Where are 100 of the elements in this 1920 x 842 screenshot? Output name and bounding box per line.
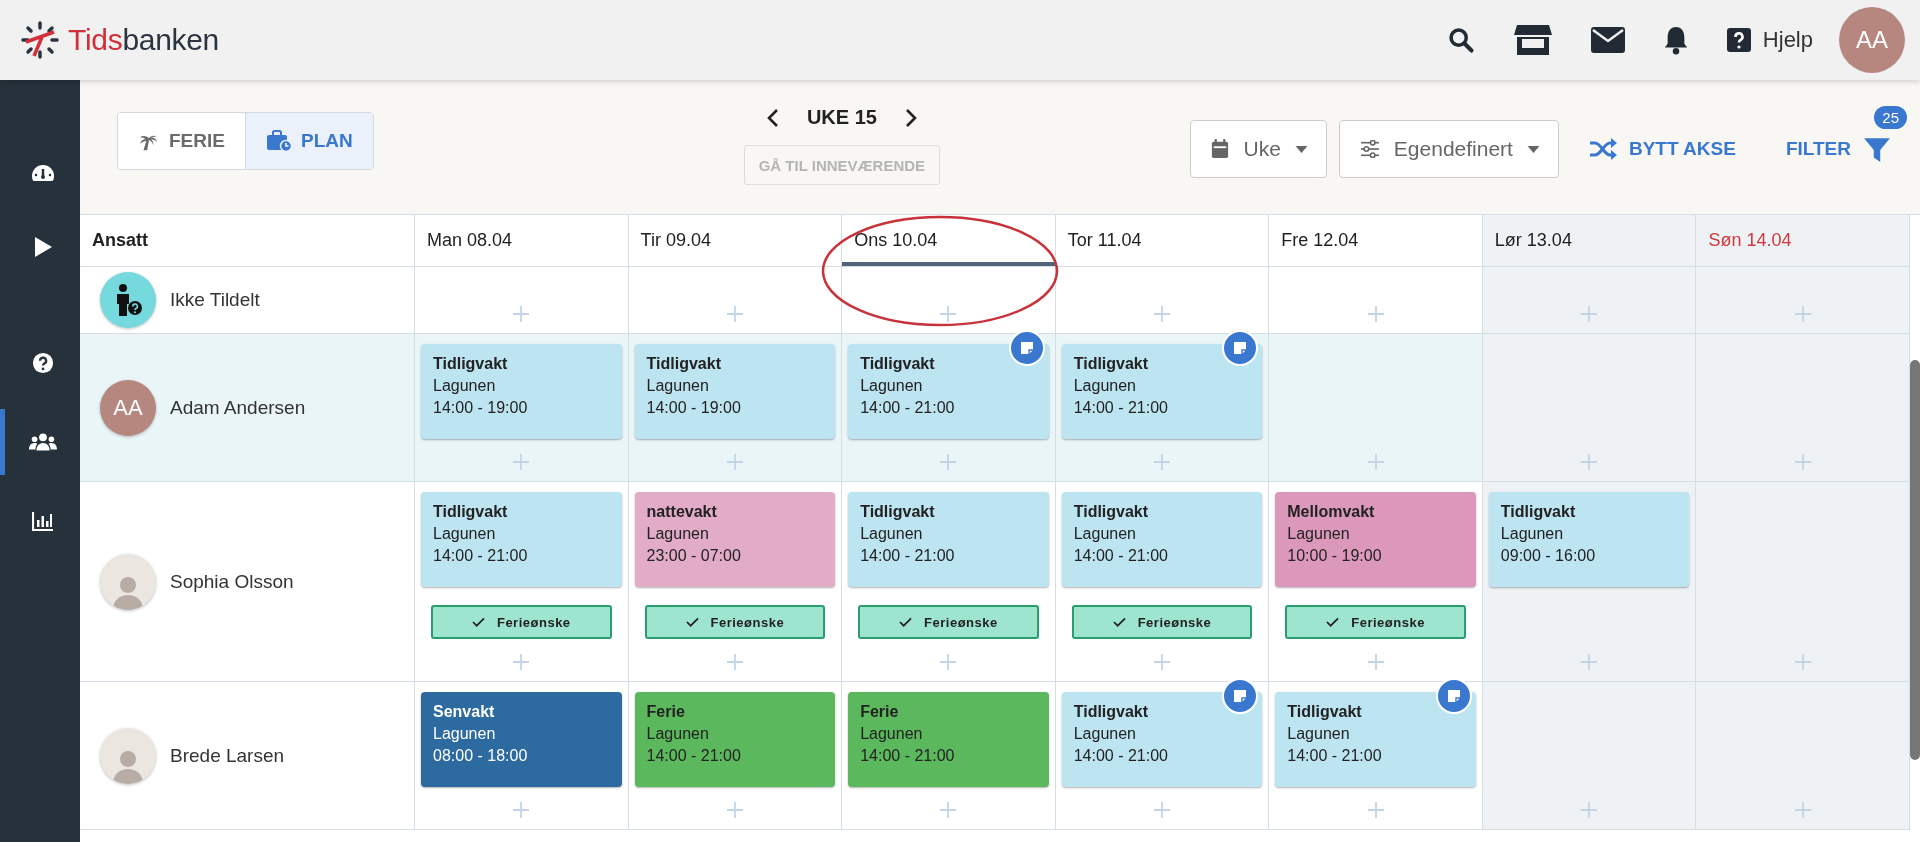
shift-time: 10:00 - 19:00 — [1287, 547, 1383, 565]
shift-time: 14:00 - 21:00 — [646, 747, 742, 765]
period-dropdown[interactable]: Uke — [1190, 120, 1327, 178]
shift-title: Tidligvakt — [1073, 355, 1150, 373]
mail-icon[interactable] — [1590, 27, 1625, 53]
calendar-icon — [1211, 139, 1230, 159]
shift-location: Lagunen — [1287, 725, 1351, 743]
logo-wordmark: Tidsbanken — [68, 23, 219, 57]
employee-avatar: AA — [100, 379, 156, 436]
shift-card[interactable]: Tidligvakt Lagunen 14:00 - 19:00 — [421, 344, 622, 439]
check-icon — [685, 617, 699, 627]
help-link[interactable]: Hjelp — [1762, 27, 1813, 53]
shift-title: nattevakt — [646, 503, 718, 521]
shift-card[interactable]: Tidligvakt Lagunen 14:00 - 21:00 — [1275, 692, 1476, 787]
shuffle-icon — [1588, 138, 1617, 160]
photo-placeholder — [100, 727, 156, 784]
shift-location: Lagunen — [646, 377, 710, 395]
shift-title: Tidligvakt — [646, 355, 722, 373]
shift-location: Lagunen — [860, 525, 924, 543]
shift-title: Ferie — [860, 703, 900, 721]
day-header[interactable]: Tir 09.04 — [628, 215, 843, 267]
shift-card[interactable]: Tidligvakt Lagunen 14:00 - 19:00 — [634, 344, 836, 439]
filter-button[interactable]: FILTER — [1781, 129, 1895, 169]
view-toggle-tab[interactable]: PLAN — [244, 113, 373, 169]
swap-axis-button[interactable]: BYTT AKSE — [1584, 132, 1740, 166]
search-icon[interactable] — [1446, 26, 1475, 54]
filter-count-badge: 25 — [1874, 106, 1907, 129]
shift-time: 14:00 - 21:00 — [433, 547, 529, 565]
help-icon[interactable] — [1726, 28, 1751, 52]
shift-title: Senvakt — [433, 703, 496, 721]
shift-time: 14:00 - 19:00 — [646, 399, 742, 417]
shift-time: 14:00 - 21:00 — [860, 547, 956, 565]
sliders-icon — [1359, 140, 1380, 158]
employee-name[interactable]: Ikke Tildelt — [170, 289, 260, 311]
shift-card[interactable]: Tidligvakt Lagunen 09:00 - 16:00 — [1488, 492, 1690, 587]
shift-location: Lagunen — [1073, 525, 1137, 543]
employee-name[interactable]: Adam Andersen — [170, 396, 306, 419]
chevron-left-icon[interactable] — [766, 107, 779, 128]
vacation-wish-tag[interactable]: Ferieønske — [431, 605, 612, 639]
shift-card[interactable]: nattevakt Lagunen 23:00 - 07:00 — [634, 492, 836, 587]
briefcase-clock-icon — [265, 130, 292, 152]
shift-title: Ferie — [646, 703, 686, 721]
day-header[interactable]: Fre 12.04 — [1269, 215, 1483, 267]
shift-title: Mellomvakt — [1287, 503, 1376, 521]
shift-title: Tidligvakt — [1500, 503, 1577, 521]
day-header[interactable]: Søn 14.04 — [1696, 215, 1910, 267]
shift-time: 14:00 - 21:00 — [1073, 747, 1169, 765]
shift-location: Lagunen — [1287, 525, 1351, 543]
vacation-wish-tag[interactable]: Ferieønske — [858, 605, 1039, 639]
shift-location: Lagunen — [1073, 377, 1137, 395]
shift-time: 09:00 - 16:00 — [1500, 547, 1597, 565]
chevron-right-icon[interactable] — [904, 107, 917, 128]
day-header[interactable]: Lør 13.04 — [1482, 215, 1697, 267]
shift-card[interactable]: Tidligvakt Lagunen 14:00 - 21:00 — [1061, 492, 1263, 587]
shift-title: Tidligvakt — [860, 355, 936, 373]
shift-card[interactable]: Senvakt Lagunen 08:00 - 18:00 — [421, 692, 622, 787]
shift-card[interactable]: Tidligvakt Lagunen 14:00 - 21:00 — [848, 492, 1049, 587]
filter-icon — [1863, 135, 1891, 163]
shift-time: 23:00 - 07:00 — [646, 547, 742, 565]
employee-name[interactable]: Brede Larsen — [170, 744, 285, 767]
shift-card[interactable]: Tidligvakt Lagunen 14:00 - 21:00 — [848, 344, 1049, 439]
check-icon — [1112, 617, 1126, 627]
column-header: Ansatt — [80, 215, 415, 267]
check-icon — [899, 617, 913, 627]
shift-card[interactable]: Ferie Lagunen 14:00 - 21:00 — [634, 692, 836, 787]
store-icon[interactable] — [1512, 23, 1553, 57]
play-icon — [32, 236, 53, 258]
employee-name[interactable]: Sophia Olsson — [170, 570, 294, 593]
shift-location: Lagunen — [433, 725, 497, 743]
shift-location: Lagunen — [646, 525, 710, 543]
week-label: UKE 15 — [806, 106, 877, 129]
shift-time: 14:00 - 21:00 — [860, 399, 956, 417]
shift-card[interactable]: Tidligvakt Lagunen 14:00 - 21:00 — [1061, 344, 1263, 439]
shift-location: Lagunen — [1073, 725, 1137, 743]
shift-title: Tidligvakt — [1073, 503, 1150, 521]
photo-placeholder — [100, 553, 156, 610]
shift-location: Lagunen — [1500, 525, 1565, 543]
day-header[interactable]: Man 08.04 — [415, 215, 629, 267]
shift-location: Lagunen — [860, 725, 924, 743]
vacation-wish-tag[interactable]: Ferieønske — [1285, 605, 1466, 639]
vacation-wish-tag[interactable]: Ferieønske — [644, 605, 826, 639]
shift-time: 14:00 - 19:00 — [433, 399, 529, 417]
day-header[interactable]: Ons 10.04 — [842, 215, 1056, 267]
shift-time: 08:00 - 18:00 — [433, 747, 529, 765]
shift-location: Lagunen — [433, 525, 497, 543]
vacation-wish-tag[interactable]: Ferieønske — [1071, 605, 1253, 639]
scrollbar-thumb[interactable] — [1910, 360, 1920, 760]
check-icon — [1326, 617, 1340, 627]
shift-card[interactable]: Tidligvakt Lagunen 14:00 - 21:00 — [1061, 692, 1263, 787]
caret-icon — [1294, 145, 1308, 153]
layout-dropdown[interactable]: Egendefinert — [1338, 120, 1559, 178]
help-icon — [31, 352, 54, 374]
shift-card[interactable]: Tidligvakt Lagunen 14:00 - 21:00 — [421, 492, 622, 587]
shift-card[interactable]: Mellomvakt Lagunen 10:00 - 19:00 — [1275, 492, 1476, 587]
shift-location: Lagunen — [433, 377, 497, 395]
clock-logo-icon — [20, 20, 60, 60]
shift-card[interactable]: Ferie Lagunen 14:00 - 21:00 — [848, 692, 1049, 787]
day-header[interactable]: Tor 11.04 — [1055, 215, 1270, 267]
caret-icon — [1526, 145, 1540, 153]
shift-title: Tidligvakt — [1073, 703, 1150, 721]
